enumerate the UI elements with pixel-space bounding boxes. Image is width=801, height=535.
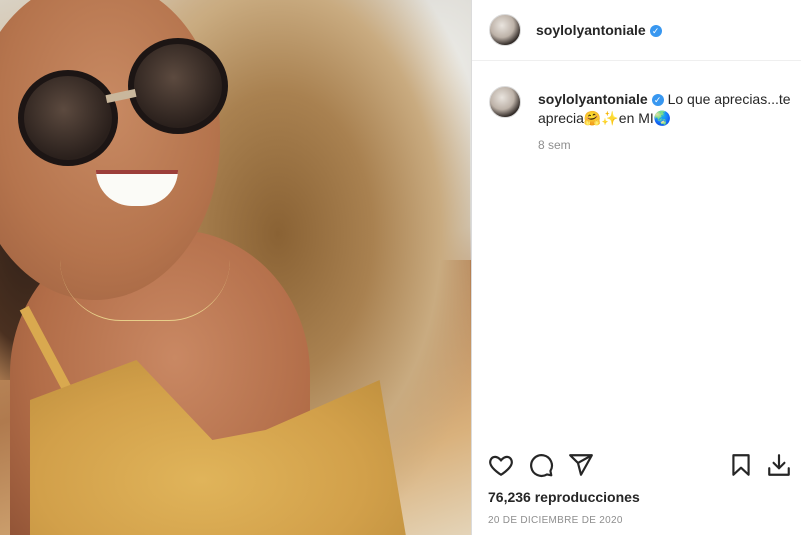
post-video[interactable] [0, 0, 471, 535]
post-date: 20 DE DICIEMBRE DE 2020 [488, 515, 623, 526]
post-header: soylolyantoniale ✓ [472, 0, 801, 61]
caption-time-ago[interactable]: 8 sem [538, 138, 571, 152]
sunglasses-right-lens [128, 38, 228, 134]
verified-badge-icon: ✓ [649, 25, 662, 38]
author-avatar[interactable] [489, 14, 521, 46]
caption-author-username[interactable]: soylolyantoniale [538, 91, 648, 107]
download-icon[interactable] [766, 452, 796, 482]
caption-text-block: soylolyantoniale ✓ Lo que aprecias...te a… [538, 90, 798, 128]
share-icon[interactable] [568, 452, 598, 482]
comment-icon[interactable] [528, 452, 558, 482]
view-count[interactable]: 76,236 reproducciones [488, 489, 640, 505]
bookmark-icon[interactable] [728, 452, 758, 482]
heart-icon[interactable] [488, 452, 518, 482]
sunglasses-left-lens [18, 70, 118, 166]
author-username-text[interactable]: soylolyantoniale [536, 22, 646, 38]
caption-verified-badge-icon: ✓ [651, 94, 664, 107]
post-action-bar [472, 452, 801, 484]
author-username-header[interactable]: soylolyantoniale ✓ [536, 22, 662, 38]
caption-author-avatar[interactable] [489, 86, 521, 118]
